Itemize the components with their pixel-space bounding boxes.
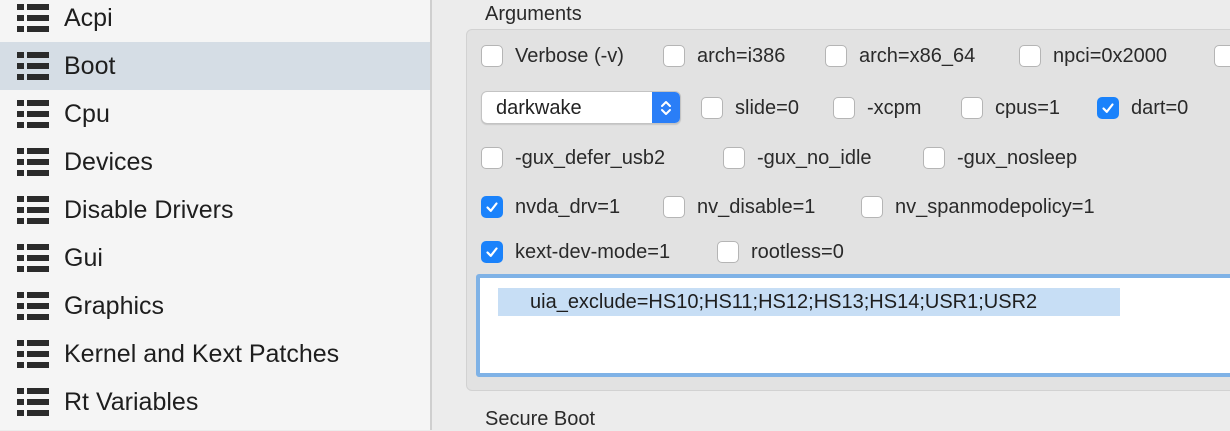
sidebar-item-gui[interactable]: Gui bbox=[0, 234, 430, 282]
checkbox-label: nv_disable=1 bbox=[697, 195, 816, 218]
checkbox-label: nvda_drv=1 bbox=[515, 195, 621, 218]
checkbox-box[interactable] bbox=[1019, 45, 1041, 67]
sidebar-item-rt-variables[interactable]: Rt Variables bbox=[0, 378, 430, 426]
checkbox-label: rootless=0 bbox=[751, 240, 844, 263]
checkbox-box[interactable] bbox=[701, 97, 723, 119]
checkbox-box[interactable] bbox=[1097, 97, 1119, 119]
sidebar-item-label: Rt Variables bbox=[64, 387, 199, 416]
checkbox-box[interactable] bbox=[717, 241, 739, 263]
checkbox-gux-no-idle[interactable]: -gux_no_idle bbox=[723, 145, 872, 171]
sidebar-item-label: Graphics bbox=[64, 291, 165, 320]
checkbox-xcpm[interactable]: -xcpm bbox=[833, 95, 921, 121]
checkbox-label: slide=0 bbox=[735, 96, 799, 119]
checkbox-label: -gux_nosleep bbox=[957, 146, 1078, 169]
checkbox-label: -gux_no_idle bbox=[757, 146, 872, 169]
checkbox-label: arch=i386 bbox=[697, 44, 786, 67]
list-icon bbox=[17, 100, 49, 128]
checkbox-label: -gux_defer_usb2 bbox=[515, 146, 666, 169]
boot-args-textarea[interactable]: uia_exclude=HS10;HS11;HS12;HS13;HS14;USR… bbox=[476, 274, 1230, 377]
checkbox-box[interactable] bbox=[923, 147, 945, 169]
checkmark-icon bbox=[486, 202, 498, 212]
list-icon bbox=[17, 292, 49, 320]
checkbox-label: cpus=1 bbox=[995, 96, 1061, 119]
checkbox-label: Verbose (-v) bbox=[515, 44, 624, 67]
secure-boot-section-title: Secure Boot bbox=[485, 408, 596, 430]
checkbox-box[interactable] bbox=[481, 241, 503, 263]
sidebar-item-boot[interactable]: Boot bbox=[0, 42, 430, 90]
checkbox-slide[interactable]: slide=0 bbox=[701, 95, 799, 121]
checkbox-box[interactable] bbox=[861, 196, 883, 218]
checkbox-kext-dev-mode[interactable]: kext-dev-mode=1 bbox=[481, 239, 670, 265]
updown-chevron-icon[interactable] bbox=[652, 92, 680, 123]
sidebar-item-cpu[interactable]: Cpu bbox=[0, 90, 430, 138]
list-icon bbox=[17, 52, 49, 80]
checkbox-box[interactable] bbox=[961, 97, 983, 119]
dropdown-value: darkwake bbox=[496, 97, 582, 119]
checkmark-icon bbox=[1102, 103, 1114, 113]
checkbox-rootless[interactable]: rootless=0 bbox=[717, 239, 844, 265]
checkbox-box[interactable] bbox=[833, 97, 855, 119]
checkbox-gux-defer-usb2[interactable]: -gux_defer_usb2 bbox=[481, 145, 665, 171]
sidebar-item-graphics[interactable]: Graphics bbox=[0, 282, 430, 330]
checkbox-arch-x86-64[interactable]: arch=x86_64 bbox=[825, 43, 975, 69]
list-icon bbox=[17, 148, 49, 176]
checkbox-nv-disable[interactable]: nv_disable=1 bbox=[663, 194, 815, 220]
sidebar-item-label: Acpi bbox=[64, 3, 113, 32]
checkbox-box[interactable] bbox=[663, 196, 685, 218]
checkbox-label: arch=x86_64 bbox=[859, 44, 976, 67]
sidebar-item-label: Disable Drivers bbox=[64, 195, 234, 224]
checkbox-npci[interactable]: npci=0x2000 bbox=[1019, 43, 1167, 69]
checkbox-box[interactable] bbox=[663, 45, 685, 67]
sidebar-item-acpi[interactable]: Acpi bbox=[0, 0, 430, 42]
checkbox-cut-off[interactable] bbox=[1214, 43, 1230, 69]
sidebar-divider bbox=[430, 0, 432, 430]
checkbox-label: dart=0 bbox=[1131, 96, 1189, 119]
checkbox-box[interactable] bbox=[825, 45, 847, 67]
checkmark-icon bbox=[486, 247, 498, 257]
checkbox-box[interactable] bbox=[481, 196, 503, 218]
checkbox-arch-i386[interactable]: arch=i386 bbox=[663, 43, 785, 69]
checkbox-label: npci=0x2000 bbox=[1053, 44, 1167, 67]
sidebar-item-kernel-and-kext-patches[interactable]: Kernel and Kext Patches bbox=[0, 330, 430, 378]
list-icon bbox=[17, 4, 49, 32]
arguments-section-title: Arguments bbox=[485, 3, 582, 25]
sidebar-item-label: Boot bbox=[64, 51, 116, 80]
checkbox-nvda-drv[interactable]: nvda_drv=1 bbox=[481, 194, 620, 220]
checkbox-verbose[interactable]: Verbose (-v) bbox=[481, 43, 624, 69]
sidebar-item-devices[interactable]: Devices bbox=[0, 138, 430, 186]
sidebar-item-label: Kernel and Kext Patches bbox=[64, 339, 340, 368]
list-icon bbox=[17, 388, 49, 416]
checkbox-box[interactable] bbox=[481, 147, 503, 169]
sidebar-item-label: Devices bbox=[64, 147, 153, 176]
list-icon bbox=[17, 196, 49, 224]
checkbox-nv-spanmodepolicy[interactable]: nv_spanmodepolicy=1 bbox=[861, 194, 1095, 220]
boot-args-text[interactable]: uia_exclude=HS10;HS11;HS12;HS13;HS14;USR… bbox=[498, 288, 1120, 316]
sidebar-item-label: Gui bbox=[64, 243, 103, 272]
checkbox-label: nv_spanmodepolicy=1 bbox=[895, 195, 1095, 218]
list-icon bbox=[17, 340, 49, 368]
sidebar-item-disable-drivers[interactable]: Disable Drivers bbox=[0, 186, 430, 234]
checkbox-dart[interactable]: dart=0 bbox=[1097, 95, 1188, 121]
checkbox-cpus[interactable]: cpus=1 bbox=[961, 95, 1060, 121]
sidebar-item-label: Cpu bbox=[64, 99, 110, 128]
checkbox-box[interactable] bbox=[723, 147, 745, 169]
checkbox-label: -xcpm bbox=[867, 96, 922, 119]
list-icon bbox=[17, 244, 49, 272]
checkbox-label: kext-dev-mode=1 bbox=[515, 240, 671, 263]
sidebar: Acpi Boot Cpu Devices Disable Drivers Gu… bbox=[0, 0, 430, 430]
checkbox-box[interactable] bbox=[1214, 45, 1230, 67]
checkbox-gux-nosleep[interactable]: -gux_nosleep bbox=[923, 145, 1077, 171]
darkwake-dropdown[interactable]: darkwake bbox=[481, 91, 681, 124]
checkbox-box[interactable] bbox=[481, 45, 503, 67]
